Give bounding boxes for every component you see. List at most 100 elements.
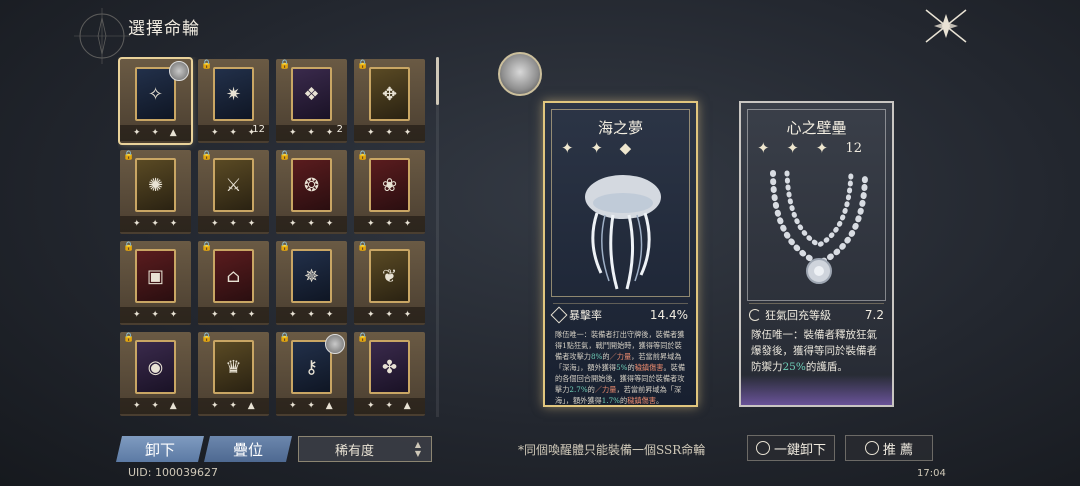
eye-icon: ◉ <box>135 340 176 394</box>
card-star-rating: ✦ ✦ ✦ <box>367 219 416 229</box>
sort-rarity-select[interactable]: 稀有度 ▲ ▼ <box>298 436 432 462</box>
avatar[interactable] <box>498 52 542 96</box>
card-stars: ✦ ✦ ▲ <box>198 398 269 414</box>
wheel-card[interactable]: ⌂ 🔒 ✦ ✦ ✦ <box>198 241 269 325</box>
card-stars: ✦ ✦ ✦ <box>198 216 269 232</box>
lily-icon: ❦ <box>369 249 410 303</box>
tophat-icon: ♛ <box>213 340 254 394</box>
wheel-stars: ✦ ✦ ◆ <box>561 139 638 157</box>
card-stars: ✦ ✦ ✦ <box>276 307 347 323</box>
recommend-button[interactable]: 推 薦 <box>845 435 933 461</box>
lock-icon: 🔒 <box>357 60 369 70</box>
wheel-card[interactable]: ⚷ 🔒 ✦ ✦ ▲ <box>276 332 347 416</box>
wheel-card[interactable]: ✧ ✦ ✦ ▲ <box>118 57 193 145</box>
card-star-rating: ✦ ✦ ✦ <box>211 310 260 320</box>
stat-name: 暴擊率 <box>569 308 602 322</box>
owner-avatar-badge <box>169 61 189 81</box>
card-star-rating: ✦ ✦ ▲ <box>133 128 181 138</box>
card-stars: ✦ ✦ ✦ <box>198 307 269 323</box>
wheel-card[interactable]: ♛ 🔒 ✦ ✦ ▲ <box>198 332 269 416</box>
lock-icon: 🔒 <box>279 242 291 252</box>
wheel-card[interactable]: ❖ 🔒 ✦ ✦ ✦ 2 <box>276 59 347 143</box>
grid-scrollbar-track[interactable] <box>436 57 439 417</box>
unequip-button[interactable]: 卸下 <box>116 436 204 462</box>
energy-icon <box>749 308 761 321</box>
card-star-rating: ✦ ✦ ▲ <box>211 401 259 411</box>
equipped-wheel-panel: 海之夢 ✦ ✦ ◆ 暴擊率 14.4% 隊伍唯一：裝備者打出守牌後，裝備者獲得1… <box>543 101 698 407</box>
phoenix-icon: ✺ <box>135 158 176 212</box>
card-star-rating: ✦ ✦ ▲ <box>133 401 181 411</box>
card-star-rating: ✦ ✦ ✦ <box>289 128 338 138</box>
wheel-card[interactable]: ◉ 🔒 ✦ ✦ ▲ <box>120 332 191 416</box>
card-stars: ✦ ✦ ▲ <box>120 125 191 141</box>
wheel-description: 隊伍唯一：裝備者釋放狂氣爆發後，獲得等同於裝備者防禦力25%的護盾。 <box>751 329 877 373</box>
wheel-card[interactable]: ▣ 🔒 ✦ ✦ ✦ <box>120 241 191 325</box>
card-stars: ✦ ✦ ▲ <box>354 398 425 414</box>
rat-icon: ✤ <box>369 340 410 394</box>
stat-name: 狂氣回充等級 <box>765 308 831 322</box>
card-count: 12 <box>252 124 265 135</box>
card-stars: ✦ ✦ ✦ <box>354 307 425 323</box>
card-star-rating: ✦ ✦ ✦ <box>367 128 416 138</box>
wheel-card[interactable]: ❀ 🔒 ✦ ✦ ✦ <box>354 150 425 234</box>
wheel-card[interactable]: ❦ 🔒 ✦ ✦ ✦ <box>354 241 425 325</box>
close-icon[interactable] <box>920 4 972 48</box>
card-star-rating: ✦ ✦ ✦ <box>289 219 338 229</box>
wheel-level: 12 <box>845 141 862 156</box>
one-click-unequip-button[interactable]: 一鍵卸下 <box>747 435 835 461</box>
wheel-card[interactable]: ✺ 🔒 ✦ ✦ ✦ <box>120 150 191 234</box>
mask-icon: ✷ <box>213 67 254 121</box>
stack-button[interactable]: 疊位 <box>204 436 292 462</box>
lock-icon: 🔒 <box>279 151 291 161</box>
sort-label: 稀有度 <box>335 443 375 459</box>
lock-icon: 🔒 <box>357 242 369 252</box>
lock-icon: 🔒 <box>123 151 135 161</box>
lock-icon: 🔒 <box>279 333 291 343</box>
wheel-card[interactable]: ✥ 🔒 ✦ ✦ ✦ <box>354 59 425 143</box>
stat-value: 14.4% <box>649 307 688 322</box>
wheel-card[interactable]: ✤ 🔒 ✦ ✦ ▲ <box>354 332 425 416</box>
wheel-stat-row: 暴擊率 14.4% <box>550 303 688 325</box>
ssr-note: *同個喚醒體只能裝備一個SSR命輪 <box>518 443 706 457</box>
lock-icon: 🔒 <box>201 242 213 252</box>
unequip-icon <box>755 441 770 455</box>
wheel-card[interactable]: ✷ 🔒 ✦ ✦ ✦ 12 <box>198 59 269 143</box>
card-stars: ✦ ✦ ✦ <box>276 216 347 232</box>
jellyfish-icon <box>585 175 661 290</box>
card-star-rating: ✦ ✦ ✦ <box>211 219 260 229</box>
wheel-card-grid: ✧ ✦ ✦ ▲ ✷ 🔒 ✦ ✦ ✦ 12 ❖ 🔒 ✦ ✦ ✦ 2 ✥ 🔒 ✦ ✦ ✦ ✺ 🔒 ✦ ✦ ✦ ⚔ 🔒 ✦… <box>118 57 434 417</box>
card-star-rating: ✦ ✦ ✦ <box>133 310 182 320</box>
selected-wheel-panel: 心之壁壘 ✦ ✦ ✦ 12 狂氣回充等級 7.2 隊伍唯一：裝備者釋放狂氣爆發後… <box>739 101 894 407</box>
card-stars: ✦ ✦ ▲ <box>120 398 191 414</box>
wheel-name: 心之壁壘 <box>786 119 847 137</box>
card-stars: ✦ ✦ ✦ <box>354 216 425 232</box>
owner-avatar-badge <box>325 334 345 354</box>
lock-icon: 🔒 <box>201 60 213 70</box>
card-stars: ✦ ✦ ▲ <box>276 398 347 414</box>
card-star-rating: ✦ ✦ ▲ <box>289 401 337 411</box>
lock-icon: 🔒 <box>123 242 135 252</box>
rose-icon: ❀ <box>369 158 410 212</box>
sort-arrows-icon: ▲ ▼ <box>414 440 421 458</box>
card-stars: ✦ ✦ ✦ 2 <box>276 124 347 141</box>
wheel-card[interactable]: ⚔ 🔒 ✦ ✦ ✦ <box>198 150 269 234</box>
wheel-description: 隊伍唯一：裝備者打出守牌後，裝備者獲得1點狂氣，戰鬥開始時，獲得等同於裝備者攻擊… <box>555 330 686 405</box>
lock-icon: 🔒 <box>357 333 369 343</box>
card-stars: ✦ ✦ ✦ <box>120 307 191 323</box>
card-star-rating: ✦ ✦ ▲ <box>367 401 415 411</box>
clock: 17:04 <box>917 468 946 479</box>
card-star-rating: ✦ ✦ ✦ <box>289 310 338 320</box>
lantern-icon: ▣ <box>135 249 176 303</box>
wheel-stars: ✦ ✦ ✦ <box>757 139 835 157</box>
wheel-card[interactable]: ❂ 🔒 ✦ ✦ ✦ <box>276 150 347 234</box>
card-stars: ✦ ✦ ✦ <box>120 216 191 232</box>
wheel-stat-row: 狂氣回充等級 7.2 <box>749 303 884 325</box>
card-stars: ✦ ✦ ✦ 12 <box>198 124 269 141</box>
swords-icon: ⚔ <box>213 158 254 212</box>
lock-icon: 🔒 <box>357 151 369 161</box>
wheel-name: 海之夢 <box>597 119 643 137</box>
wheel-card[interactable]: ✵ 🔒 ✦ ✦ ✦ <box>276 241 347 325</box>
lock-icon: 🔒 <box>201 151 213 161</box>
card-star-rating: ✦ ✦ ✦ <box>133 219 182 229</box>
grid-scrollbar-thumb[interactable] <box>436 57 439 105</box>
